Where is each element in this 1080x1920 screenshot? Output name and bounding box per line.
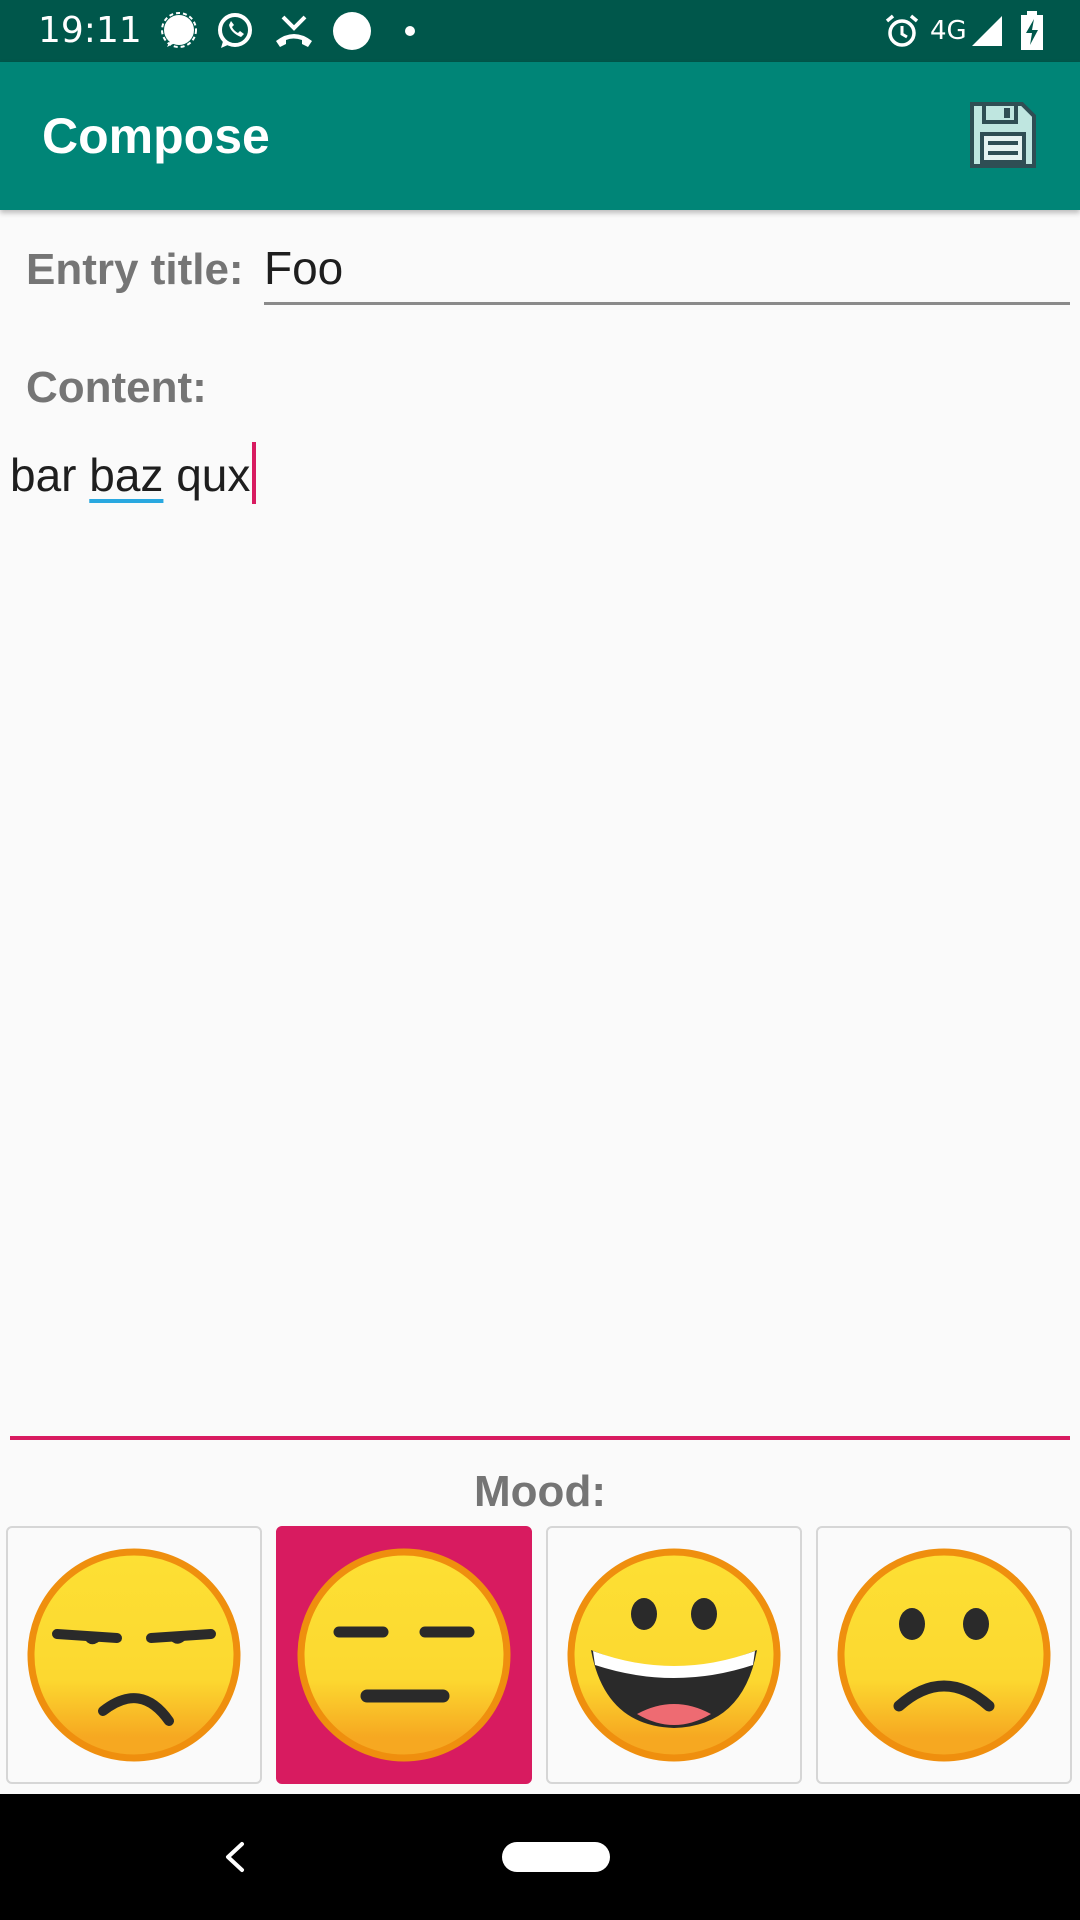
status-time: 19:11 <box>38 10 142 51</box>
spellcheck-word: baz <box>89 449 164 501</box>
mood-button-grinning[interactable] <box>546 1526 802 1784</box>
mood-button-expressionless[interactable] <box>276 1526 532 1784</box>
content-textarea[interactable]: bar baz qux <box>10 442 1070 1440</box>
battery-charging-icon <box>1018 8 1046 54</box>
missed-call-icon <box>272 8 316 54</box>
dot-icon <box>400 8 420 54</box>
network-type: 4G <box>930 16 967 46</box>
status-bar: 19:11 4G <box>0 0 1080 62</box>
home-pill-button[interactable] <box>502 1842 610 1872</box>
grinning-face-icon <box>567 1548 781 1762</box>
save-button[interactable] <box>968 100 1038 170</box>
app-bar: Compose <box>0 62 1080 210</box>
mood-button-frowning[interactable] <box>816 1526 1072 1784</box>
frowning-face-icon <box>837 1548 1051 1762</box>
content-label: Content: <box>26 363 207 412</box>
circle-notification-icon <box>330 8 374 54</box>
page-title: Compose <box>42 108 270 164</box>
content-word: bar <box>10 449 90 501</box>
back-chevron-icon <box>226 1842 244 1872</box>
back-button[interactable] <box>214 1832 254 1882</box>
mood-label: Mood: <box>474 1467 606 1516</box>
alarm-icon <box>882 8 922 54</box>
expressionless-face-icon <box>297 1548 511 1762</box>
whatsapp-icon <box>214 8 256 54</box>
text-cursor <box>252 442 257 504</box>
unamused-face-icon <box>27 1548 241 1762</box>
cell-signal-icon <box>968 8 1006 54</box>
content-text: bar baz qux <box>10 442 257 508</box>
entry-title-input[interactable]: Foo <box>264 238 1070 305</box>
signal-messenger-icon <box>158 8 200 54</box>
entry-title-label: Entry title: <box>26 245 244 294</box>
content-word: qux <box>163 449 251 501</box>
floppy-disk-save-icon <box>970 102 1036 168</box>
mood-button-unamused[interactable] <box>6 1526 262 1784</box>
